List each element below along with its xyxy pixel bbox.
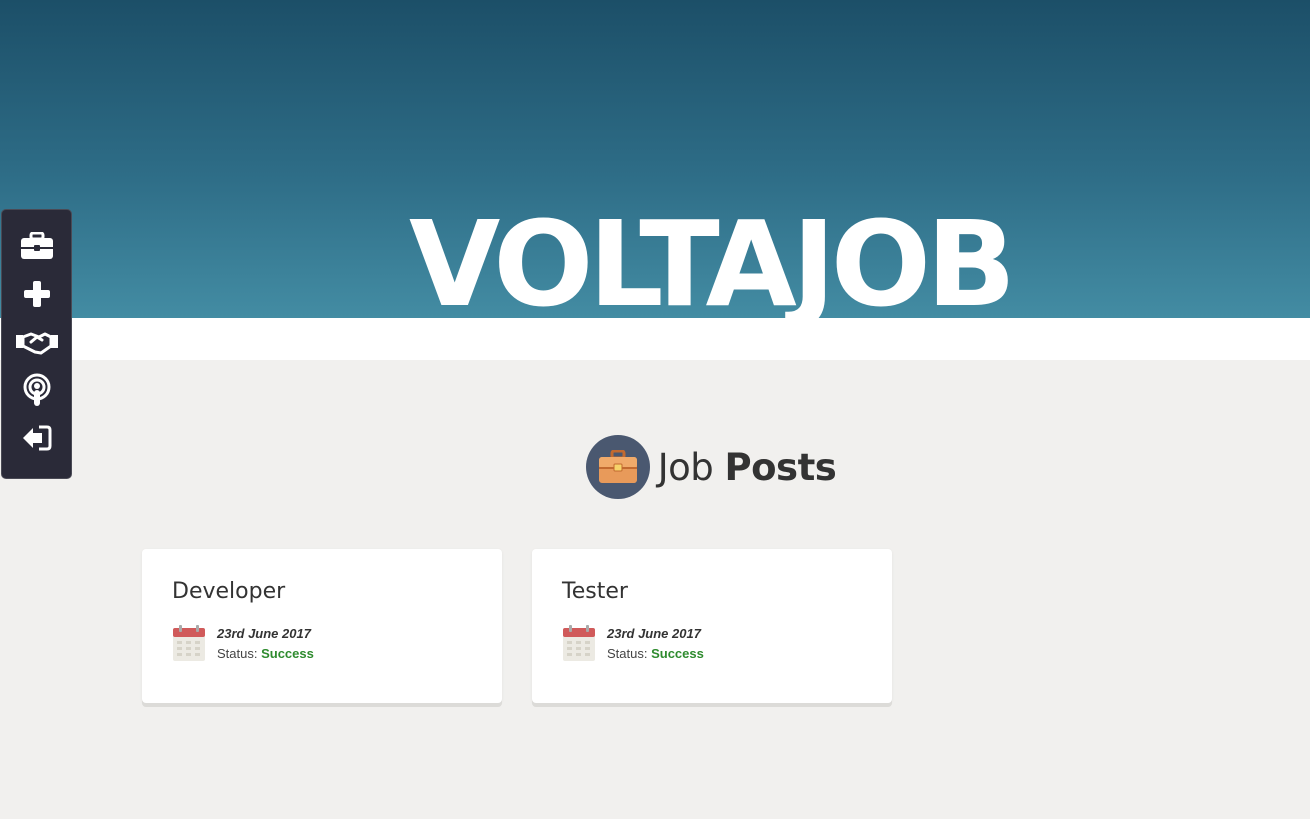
hero-divider xyxy=(0,318,1310,360)
nav-item-deals[interactable] xyxy=(12,318,62,366)
job-status-label: Status: xyxy=(217,646,258,661)
nav-item-broadcast[interactable] xyxy=(12,366,62,414)
job-status-value: Success xyxy=(261,646,314,661)
section-icon xyxy=(585,435,650,499)
briefcase-icon xyxy=(598,450,637,483)
job-meta: 23rd June 2017 Status: Success xyxy=(172,624,472,664)
job-status: Status: Success xyxy=(217,644,314,664)
podcast-icon xyxy=(23,373,50,406)
job-date: 23rd June 2017 xyxy=(607,626,701,641)
job-card-developer[interactable]: Developer 23rd June 2017 Status: Success xyxy=(142,549,502,703)
job-title: Developer xyxy=(172,579,286,604)
job-card-tester[interactable]: Tester 23rd June 2017 Status: Success xyxy=(532,549,892,703)
calendar-icon xyxy=(563,625,595,661)
handshake-icon xyxy=(15,332,58,355)
job-date: 23rd June 2017 xyxy=(217,626,311,641)
job-title: Tester xyxy=(562,579,628,604)
hero-banner: VOLTAJOB xyxy=(0,0,1310,318)
briefcase-icon xyxy=(20,232,53,259)
section-title-bold: Posts xyxy=(724,445,837,489)
calendar-icon xyxy=(173,625,205,661)
nav-item-add[interactable] xyxy=(12,270,62,318)
plus-icon xyxy=(23,281,50,307)
job-meta: 23rd June 2017 Status: Success xyxy=(562,624,862,664)
section-title: Job Posts xyxy=(658,446,837,489)
nav-item-jobs[interactable] xyxy=(12,222,62,270)
section-title-light: Job xyxy=(657,445,714,489)
job-status-value: Success xyxy=(651,646,704,661)
section-heading: Job Posts xyxy=(0,435,1310,499)
job-status-label: Status: xyxy=(607,646,648,661)
brand-title: VOLTAJOB xyxy=(408,195,1016,318)
job-status: Status: Success xyxy=(607,644,704,664)
